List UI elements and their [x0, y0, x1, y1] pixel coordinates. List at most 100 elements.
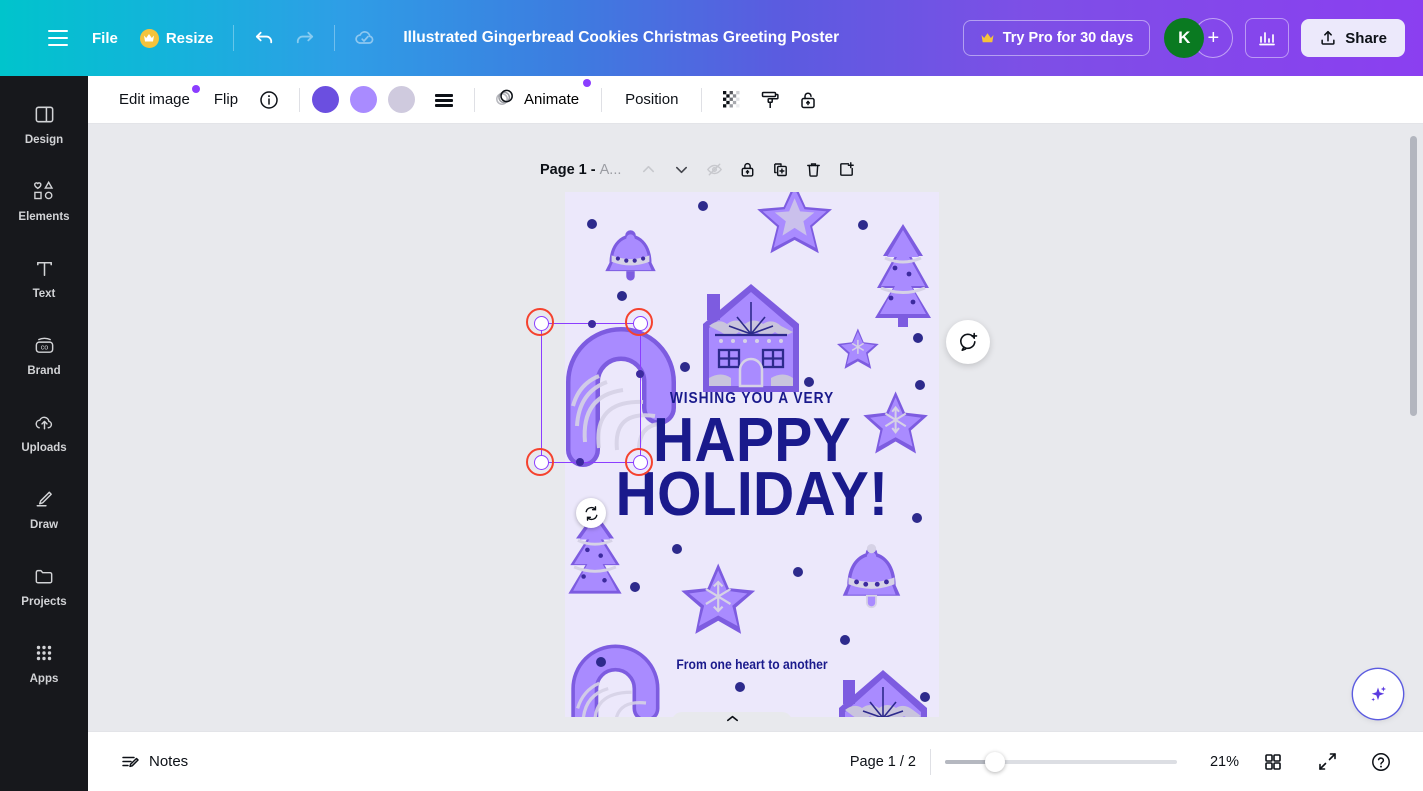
- notes-label: Notes: [149, 753, 188, 770]
- resize-handle-top-left[interactable]: [534, 316, 549, 331]
- color-swatch-2[interactable]: [350, 86, 377, 113]
- edit-image-button[interactable]: Edit image: [108, 84, 201, 115]
- flip-button[interactable]: Flip: [203, 84, 249, 115]
- sidebar-item-projects[interactable]: Projects: [6, 552, 82, 617]
- crown-icon: [140, 29, 159, 48]
- chevron-up-icon: [725, 714, 740, 723]
- top-bar: File Resize Illustrated Gingerbread Coo: [0, 0, 1423, 76]
- position-button[interactable]: Position: [614, 84, 689, 115]
- transparency-checker-icon[interactable]: [714, 82, 750, 118]
- share-button[interactable]: Share: [1301, 19, 1405, 57]
- divider: [233, 25, 234, 51]
- sidebar-item-design[interactable]: Design: [6, 90, 82, 155]
- paint-roller-icon[interactable]: [752, 82, 788, 118]
- zoom-slider[interactable]: [945, 752, 1177, 772]
- sidebar-item-label: Elements: [18, 211, 69, 223]
- sidebar-item-label: Projects: [21, 596, 66, 608]
- sidebar-item-brand[interactable]: co Brand: [6, 321, 82, 386]
- rotate-handle-icon[interactable]: [576, 498, 606, 528]
- cloud-upload-icon: [32, 409, 57, 435]
- divider: [701, 88, 702, 112]
- sidebar-item-elements[interactable]: Elements: [6, 167, 82, 232]
- bar-chart-icon[interactable]: [1245, 18, 1289, 58]
- notes-button[interactable]: Notes: [110, 744, 198, 780]
- poster-headline-line2: HOLIDAY!: [580, 464, 924, 526]
- resize-label: Resize: [166, 30, 214, 47]
- selection-bounding-box[interactable]: [541, 323, 641, 463]
- add-comment-button[interactable]: [946, 320, 990, 364]
- divider: [334, 25, 335, 51]
- shapes-icon: [31, 178, 57, 204]
- pen-draw-icon: [32, 486, 56, 512]
- slider-knob[interactable]: [985, 752, 1005, 772]
- animate-button[interactable]: Animate: [487, 80, 589, 120]
- undo-icon[interactable]: [244, 18, 284, 58]
- new-feature-dot: [192, 85, 200, 93]
- resize-handle-top-right[interactable]: [633, 316, 648, 331]
- duplicate-page-icon[interactable]: [765, 154, 796, 185]
- design-title[interactable]: Illustrated Gingerbread Cookies Christma…: [403, 29, 839, 47]
- notes-pencil-icon: [120, 752, 140, 772]
- object-toolbar: Edit image Flip: [88, 76, 1423, 124]
- file-menu-button[interactable]: File: [80, 22, 130, 55]
- collaborators: K +: [1164, 18, 1233, 58]
- page-counter[interactable]: Page 1 / 2: [850, 754, 916, 770]
- divider: [474, 88, 475, 112]
- grid-view-icon[interactable]: [1253, 742, 1293, 782]
- animate-circle-icon: [493, 87, 517, 113]
- color-swatch-1[interactable]: [312, 86, 339, 113]
- page-header: Page 1 - A...: [540, 154, 862, 185]
- sidebar-item-apps[interactable]: Apps: [6, 629, 82, 694]
- expand-icon[interactable]: [1307, 742, 1347, 782]
- animate-label: Animate: [524, 91, 579, 108]
- zoom-value[interactable]: 21%: [1197, 754, 1239, 770]
- sidebar-item-text[interactable]: Text: [6, 244, 82, 309]
- page-title[interactable]: Page 1 - A...: [540, 162, 621, 178]
- edit-image-label: Edit image: [119, 91, 190, 108]
- trash-icon[interactable]: [798, 154, 829, 185]
- chevron-up-icon[interactable]: [633, 154, 664, 185]
- resize-button[interactable]: Resize: [130, 21, 224, 56]
- redo-icon[interactable]: [284, 18, 324, 58]
- canvas-area[interactable]: Page 1 - A...: [88, 124, 1423, 731]
- color-swatch-3[interactable]: [388, 86, 415, 113]
- side-handle-top[interactable]: [588, 320, 596, 328]
- grid-apps-icon: [33, 640, 55, 666]
- add-page-icon[interactable]: [831, 154, 862, 185]
- crown-icon: [980, 32, 995, 44]
- brand-co-icon: co: [32, 332, 57, 358]
- info-icon[interactable]: [251, 82, 287, 118]
- resize-handle-bottom-right[interactable]: [633, 455, 648, 470]
- page-title-text: Page 1 -: [540, 162, 600, 178]
- folder-icon: [32, 563, 56, 589]
- vertical-scrollbar[interactable]: [1410, 136, 1417, 416]
- cloud-saved-icon[interactable]: [345, 18, 385, 58]
- bottom-bar: Notes Page 1 / 2 21%: [88, 731, 1423, 791]
- divider: [299, 88, 300, 112]
- share-label: Share: [1345, 30, 1387, 47]
- divider: [601, 88, 602, 112]
- eye-slash-icon[interactable]: [699, 154, 730, 185]
- lock-icon[interactable]: [732, 154, 763, 185]
- design-layout-icon: [33, 101, 56, 127]
- magic-sparkle-button[interactable]: [1355, 671, 1401, 717]
- text-icon: [33, 255, 56, 281]
- try-pro-button[interactable]: Try Pro for 30 days: [963, 20, 1151, 56]
- lock-open-icon[interactable]: [790, 82, 826, 118]
- canva-editor: File Resize Illustrated Gingerbread Coo: [0, 0, 1423, 791]
- sidebar-item-label: Apps: [30, 673, 59, 685]
- sidebar-item-label: Uploads: [21, 442, 66, 454]
- sidebar-item-label: Text: [33, 288, 56, 300]
- new-feature-dot: [583, 79, 591, 87]
- sidebar-item-draw[interactable]: Draw: [6, 475, 82, 540]
- layers-bars-icon[interactable]: [426, 82, 462, 118]
- hamburger-icon[interactable]: [36, 16, 80, 60]
- upload-icon: [1319, 29, 1337, 47]
- collapse-panel-button[interactable]: [672, 712, 792, 731]
- resize-handle-bottom-left[interactable]: [534, 455, 549, 470]
- help-circle-icon[interactable]: [1361, 742, 1401, 782]
- page-title-ellipsis: A...: [600, 162, 622, 178]
- sidebar-item-label: Design: [25, 134, 63, 146]
- sidebar-item-uploads[interactable]: Uploads: [6, 398, 82, 463]
- chevron-down-icon[interactable]: [666, 154, 697, 185]
